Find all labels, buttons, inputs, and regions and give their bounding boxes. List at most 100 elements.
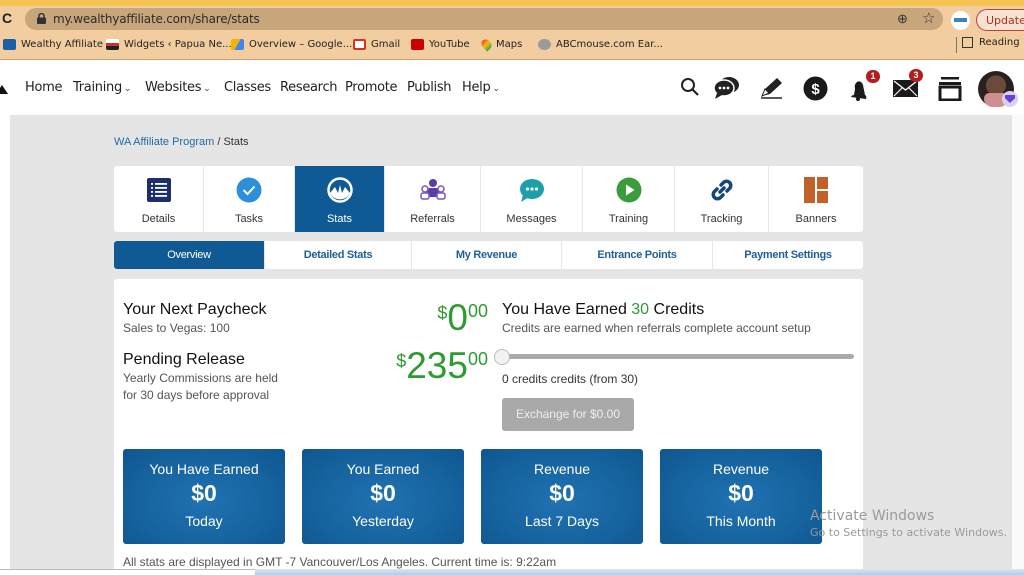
tab-label: Tracking: [700, 213, 743, 225]
tab-label: Messages: [506, 213, 557, 225]
address-bar[interactable]: my.wealthyaffiliate.com/share/stats ⊕ ☆: [25, 8, 943, 30]
card-label: You Have Earned: [149, 461, 259, 477]
bookmark-label: ABCmouse.com Ear...: [556, 39, 663, 50]
revenue-this-month-card: Revenue $0 This Month: [660, 449, 822, 544]
stats-subtabs: Overview Detailed Stats My Revenue Entra…: [114, 241, 863, 269]
update-button[interactable]: Update: [976, 9, 1024, 31]
site-logo[interactable]: [0, 85, 8, 94]
tab-referrals[interactable]: Referrals: [385, 166, 481, 232]
tab-training[interactable]: Training: [583, 166, 675, 232]
browser-profile-icon[interactable]: [951, 11, 970, 30]
tab-messages[interactable]: Messages: [481, 166, 583, 232]
maps-icon: [479, 37, 494, 52]
message-badge: 3: [909, 69, 923, 82]
tab-details[interactable]: Details: [114, 166, 204, 232]
next-paycheck-title: Your Next Paycheck: [123, 301, 267, 318]
dollar-icon[interactable]: $: [803, 76, 828, 101]
currency-symbol: $: [396, 351, 407, 371]
breadcrumb-parent-link[interactable]: WA Affiliate Program: [114, 136, 214, 148]
wa-icon: [3, 39, 16, 50]
reading-list-label: Reading: [979, 37, 1020, 48]
credits-slider-handle[interactable]: [494, 349, 510, 365]
tab-tasks[interactable]: Tasks: [204, 166, 295, 232]
reading-list-icon: [962, 37, 973, 48]
chevron-down-icon: ⌄: [203, 84, 211, 94]
people-icon: [419, 179, 446, 200]
bookmark-label: Widgets ‹ Papua Ne...: [124, 39, 232, 50]
checkmark-icon: [236, 177, 262, 203]
subtab-detailed-stats[interactable]: Detailed Stats: [265, 241, 412, 269]
credits-subtitle: Credits are earned when referrals comple…: [502, 321, 811, 335]
subtab-payment-settings[interactable]: Payment Settings: [713, 241, 863, 269]
reading-list[interactable]: Reading: [956, 37, 1020, 53]
credits-slider-value: 0 credits credits (from 30): [502, 372, 639, 386]
tab-tracking[interactable]: Tracking: [675, 166, 769, 232]
credits-title-suffix: Credits: [649, 301, 705, 318]
subtab-my-revenue[interactable]: My Revenue: [412, 241, 562, 269]
windows-activation-watermark: Activate Windows Go to Settings to activ…: [810, 508, 1007, 539]
nav-home[interactable]: Home: [25, 80, 63, 95]
messages-button[interactable]: 3: [893, 69, 923, 98]
card-label: Revenue: [533, 461, 591, 477]
credits-title: You Have Earned 30 Credits: [502, 301, 704, 319]
bookmark-gmail[interactable]: Gmail: [353, 39, 400, 50]
bookmark-widgets[interactable]: Widgets ‹ Papua Ne...: [106, 39, 232, 50]
card-label: Revenue: [712, 461, 770, 477]
user-avatar[interactable]: [978, 71, 1018, 107]
bookmark-maps[interactable]: Maps: [479, 37, 522, 52]
bookmark-wealthy-affiliate[interactable]: Wealthy Affiliate: [3, 39, 103, 50]
browser-toolbar: C my.wealthyaffiliate.com/share/stats ⊕ …: [0, 6, 1024, 32]
card-period: Last 7 Days: [525, 513, 599, 529]
bookmark-star-icon[interactable]: ☆: [922, 9, 935, 27]
nav-help[interactable]: Help ⌄: [462, 80, 500, 95]
breadcrumb: WA Affiliate Program / Stats: [114, 136, 249, 148]
reload-icon[interactable]: C: [2, 10, 12, 26]
nav-classes[interactable]: Classes: [224, 80, 271, 95]
amount-cents: 00: [467, 349, 488, 369]
nav-label: Publish: [407, 80, 452, 95]
pencil-icon[interactable]: [758, 76, 784, 100]
amount-dollars: 0: [447, 297, 468, 338]
subtab-entrance-points[interactable]: Entrance Points: [562, 241, 713, 269]
notifications-button[interactable]: 1: [848, 70, 880, 101]
exchange-credits-button[interactable]: Exchange for $0.00: [502, 398, 634, 431]
bookmark-abcmouse[interactable]: ABCmouse.com Ear...: [538, 39, 663, 50]
affiliate-tabs: Details Tasks Stats Referrals Messages T…: [114, 166, 863, 232]
bookmark-youtube[interactable]: YouTube: [411, 39, 470, 50]
zoom-icon[interactable]: ⊕: [897, 11, 908, 27]
nav-publish[interactable]: Publish: [407, 80, 452, 95]
pending-subtitle-line: Yearly Commissions are held: [123, 371, 278, 385]
tab-label: Details: [141, 213, 176, 225]
nav-research[interactable]: Research: [280, 80, 338, 95]
bookmark-label: Wealthy Affiliate: [21, 39, 103, 50]
revenue-last-7-days-card: Revenue $0 Last 7 Days: [481, 449, 643, 544]
nav-label: Help: [462, 80, 491, 95]
amount-dollars: 235: [406, 345, 468, 386]
nav-promote[interactable]: Promote: [345, 80, 398, 95]
taskbar-search[interactable]: [0, 569, 255, 575]
currency-symbol: $: [437, 303, 448, 323]
card-value: $0: [191, 480, 217, 506]
stats-gauge-icon: [326, 177, 353, 203]
banners-icon: [804, 177, 828, 203]
next-paycheck-amount: $000: [437, 299, 488, 336]
url-text[interactable]: my.wealthyaffiliate.com/share/stats: [53, 12, 260, 26]
nav-label: Training: [73, 80, 122, 95]
bookmark-google-ads[interactable]: Overview – Google...: [231, 39, 352, 50]
nav-websites[interactable]: Websites ⌄: [145, 80, 211, 95]
watermark-title: Activate Windows: [810, 508, 935, 524]
tab-banners[interactable]: Banners: [769, 166, 863, 232]
subtab-overview[interactable]: Overview: [114, 241, 265, 269]
tab-stats[interactable]: Stats: [295, 166, 385, 232]
search-icon[interactable]: [680, 77, 700, 97]
nav-training[interactable]: Training ⌄: [73, 80, 131, 95]
chat-icon[interactable]: [713, 76, 740, 100]
bookmark-label: Overview – Google...: [249, 39, 353, 50]
play-icon: [616, 177, 641, 203]
inbox-tray-icon[interactable]: [938, 76, 962, 101]
pending-release-title: Pending Release: [123, 351, 245, 368]
credits-slider-track[interactable]: [502, 354, 854, 359]
list-icon: [146, 178, 171, 202]
bookmark-label: Gmail: [371, 39, 401, 50]
tab-label: Tasks: [234, 213, 264, 225]
